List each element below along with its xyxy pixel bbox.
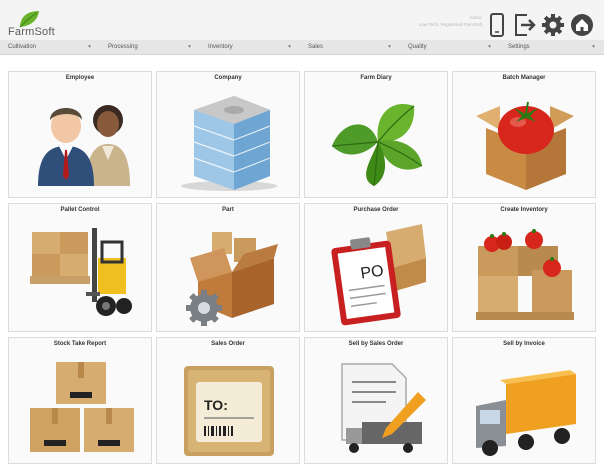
user-company: Low-Tech, Registered FarmSoft <box>418 22 482 27</box>
company-building-icon <box>181 96 277 191</box>
chevron-down-icon: ▼ <box>287 44 292 50</box>
farmsoft-logo[interactable]: FarmSoft <box>8 10 68 40</box>
menu-label: Sales <box>308 44 324 50</box>
user-name: Admin <box>469 15 482 20</box>
tile-pallet-control[interactable]: Pallet Control <box>8 203 152 332</box>
tile-title: Stock Take Report <box>53 341 107 347</box>
tile-title: Purchase Order <box>353 207 399 213</box>
menu-settings[interactable]: Settings ▼ <box>500 40 604 54</box>
tile-farm-diary[interactable]: Farm Diary <box>304 71 448 198</box>
tile-batch-manager[interactable]: Batch Manager <box>452 71 596 198</box>
tile-company[interactable]: Company <box>156 71 300 198</box>
tile-title: Sales Order <box>211 341 245 347</box>
tile-title: Farm Diary <box>360 75 392 81</box>
chevron-down-icon: ▼ <box>187 44 192 50</box>
settings-gear-icon[interactable] <box>541 13 565 37</box>
tile-title: Batch Manager <box>502 75 546 81</box>
to-label-text: TO: <box>204 397 228 413</box>
menu-label: Quality <box>408 44 427 50</box>
mobile-phone-icon[interactable] <box>485 13 509 37</box>
forklift-pallet-icon <box>30 228 132 316</box>
tile-title: Employee <box>65 75 95 81</box>
parts-box-gear-icon <box>186 232 278 326</box>
menu-inventory[interactable]: Inventory ▼ <box>200 40 300 54</box>
tomato-box-icon <box>476 101 574 190</box>
purchase-order-clipboard-icon: PO <box>331 224 426 326</box>
tile-purchase-order[interactable]: Purchase Order PO <box>304 203 448 332</box>
shipping-label-icon: TO: <box>184 366 274 456</box>
main-menu: Cultivation ▼ Processing ▼ Inventory ▼ S… <box>0 40 604 55</box>
delivery-truck-icon <box>476 370 576 456</box>
inventory-crates-icon <box>476 229 574 320</box>
tile-title: Pallet Control <box>60 207 100 213</box>
tile-title: Sell by Sales Order <box>348 341 404 347</box>
logo-text: FarmSoft <box>8 26 55 38</box>
tile-title: Company <box>214 75 242 81</box>
menu-label: Processing <box>108 44 138 50</box>
chevron-down-icon: ▼ <box>591 44 596 50</box>
tile-stock-take-report[interactable]: Stock Take Report <box>8 337 152 464</box>
tile-part[interactable]: Part <box>156 203 300 332</box>
user-info: Admin Low-Tech, Registered FarmSoft <box>402 14 482 28</box>
menu-label: Cultivation <box>8 44 37 50</box>
tile-sell-by-invoice[interactable]: Sell by Invoice <box>452 337 596 464</box>
menu-processing[interactable]: Processing ▼ <box>100 40 200 54</box>
tile-title: Part <box>222 207 234 213</box>
menu-cultivation[interactable]: Cultivation ▼ <box>0 40 100 54</box>
chevron-down-icon: ▼ <box>87 44 92 50</box>
chevron-down-icon: ▼ <box>387 44 392 50</box>
logout-icon[interactable] <box>513 13 537 37</box>
menu-label: Settings <box>508 44 530 50</box>
menu-sales[interactable]: Sales ▼ <box>300 40 400 54</box>
po-badge-text: PO <box>360 263 385 283</box>
app-header: FarmSoft Admin Low-Tech, Registered Farm… <box>0 0 604 40</box>
menu-quality[interactable]: Quality ▼ <box>400 40 500 54</box>
document-truck-icon <box>341 363 426 453</box>
chevron-down-icon: ▼ <box>487 44 492 50</box>
tile-employee[interactable]: Employee <box>8 71 152 198</box>
tile-title: Create Inventory <box>500 207 548 213</box>
employee-people-icon <box>38 105 130 186</box>
tile-sell-by-sales-order[interactable]: Sell by Sales Order <box>304 337 448 464</box>
menu-label: Inventory <box>208 44 233 50</box>
tile-title: Sell by Invoice <box>503 341 545 347</box>
stacked-boxes-icon <box>30 362 134 452</box>
tile-sales-order[interactable]: Sales Order TO: <box>156 337 300 464</box>
home-icon[interactable] <box>570 13 594 37</box>
basil-leaves-icon <box>331 103 423 187</box>
tile-create-inventory[interactable]: Create Inventory <box>452 203 596 332</box>
